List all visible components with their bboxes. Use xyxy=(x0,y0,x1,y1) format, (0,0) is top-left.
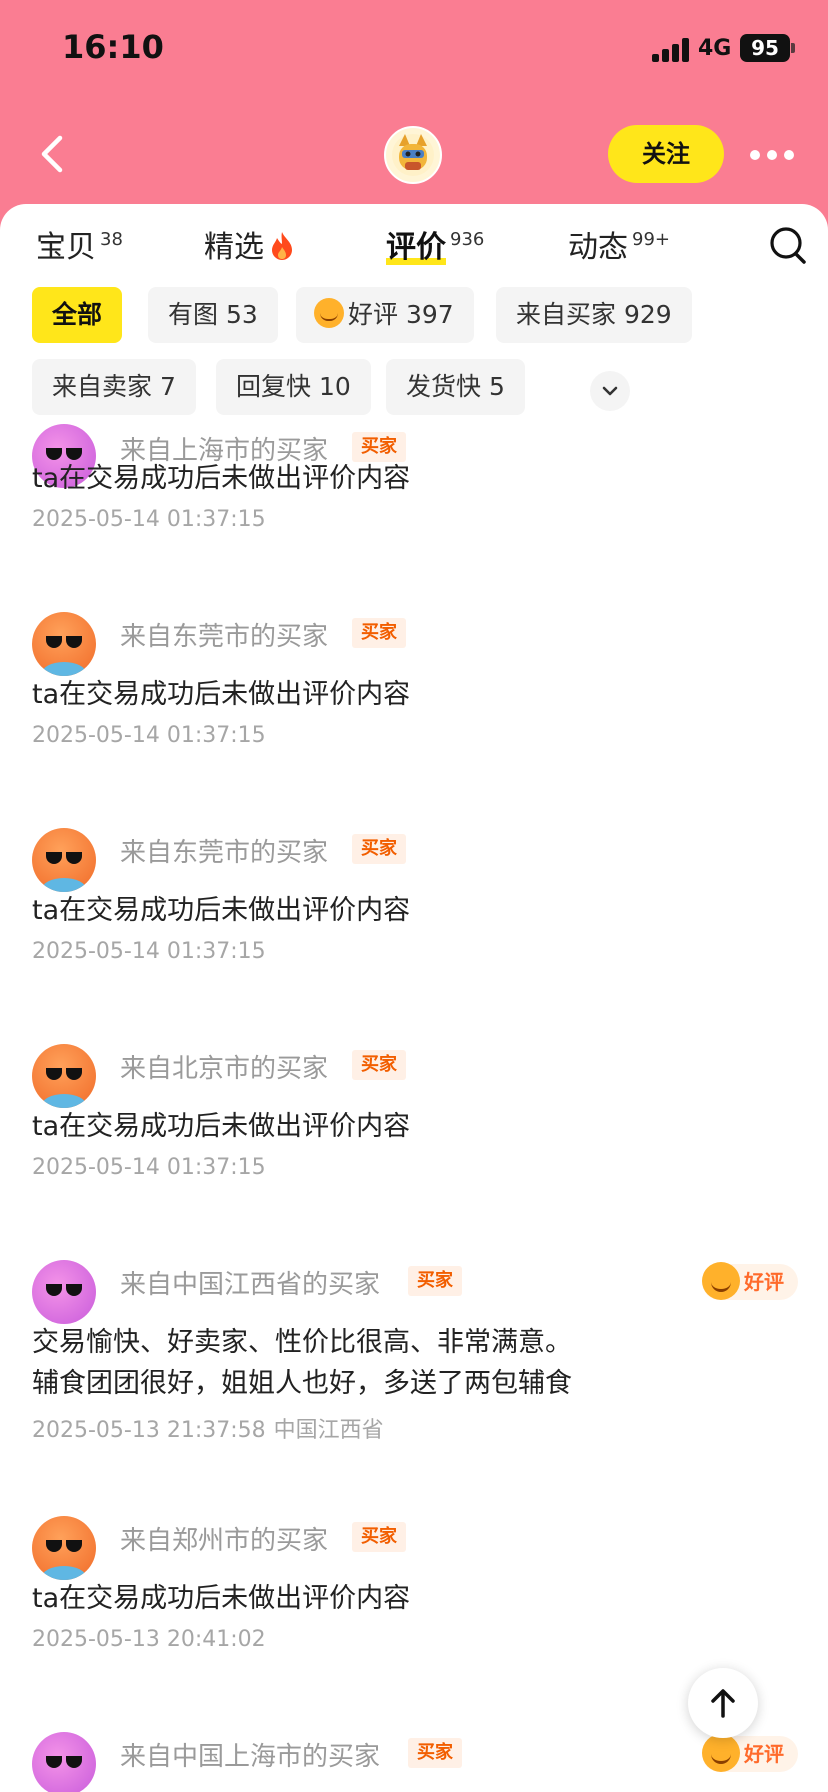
tab-label: 评价 xyxy=(386,230,446,265)
search-icon xyxy=(770,227,806,264)
back-arrow-icon xyxy=(41,135,63,173)
shop-avatar[interactable] xyxy=(384,126,442,184)
review-date-time: 2025-05-13 21:37:58 xyxy=(32,1418,266,1443)
buyer-tag: 买家 xyxy=(352,1050,406,1080)
review-date: 2025-05-13 20:41:02 xyxy=(32,1627,266,1652)
positive-badge: 好评 xyxy=(702,1734,798,1772)
shop-avatar-icon xyxy=(392,134,434,176)
review-text: 辅食团团很好，姐姐人也好，多送了两包辅食 xyxy=(32,1368,572,1399)
smile-face-icon xyxy=(314,298,344,328)
avatar xyxy=(32,612,96,676)
review-text: ta在交易成功后未做出评价内容 xyxy=(32,1583,411,1614)
filter-from-sellers[interactable]: 来自卖家 7 xyxy=(32,359,196,415)
network-label: 4G xyxy=(698,36,732,61)
tab-reviews[interactable]: 评价 936 xyxy=(386,222,484,272)
review-date: 2025-05-14 01:37:15 xyxy=(32,507,266,532)
smile-face-icon xyxy=(702,1734,740,1772)
search-button[interactable] xyxy=(768,224,808,268)
review-text: ta在交易成功后未做出评价内容 xyxy=(32,679,411,710)
sunglasses-icon xyxy=(46,852,82,864)
buyer-tag: 买家 xyxy=(352,834,406,864)
arrow-up-icon xyxy=(711,1689,735,1718)
tab-updates[interactable]: 动态 99+ xyxy=(568,222,670,272)
avatar xyxy=(32,1732,96,1792)
filter-fast-shipping[interactable]: 发货快 5 xyxy=(386,359,525,415)
reviewer-name: 来自中国江西省的买家 xyxy=(120,1270,381,1300)
avatar xyxy=(32,1516,96,1580)
filter-with-photos[interactable]: 有图 53 xyxy=(148,287,278,343)
follow-button[interactable]: 关注 xyxy=(608,125,724,183)
filter-positive[interactable]: 好评 397 xyxy=(296,287,474,343)
signal-icon xyxy=(652,38,692,62)
tab-count: 99+ xyxy=(632,229,670,250)
tab-featured[interactable]: 精选 xyxy=(204,222,295,272)
review-text: 交易愉快、好卖家、性价比很高、非常满意。 xyxy=(32,1327,572,1358)
reviewer-name: 来自北京市的买家 xyxy=(120,1054,329,1084)
more-icon xyxy=(767,150,777,160)
review-text: ta在交易成功后未做出评价内容 xyxy=(32,463,411,494)
filter-positive-label: 好评 397 xyxy=(348,300,454,329)
sunglasses-icon xyxy=(46,1756,82,1768)
sunglasses-icon xyxy=(46,636,82,648)
header-bar: 16:10 4G 95 关注 xyxy=(0,0,828,230)
review-text: ta在交易成功后未做出评价内容 xyxy=(32,895,411,926)
filter-from-buyers[interactable]: 来自买家 929 xyxy=(496,287,692,343)
reviewer-name: 来自郑州市的买家 xyxy=(120,1526,329,1556)
battery-tip xyxy=(791,43,795,53)
smile-face-icon xyxy=(702,1262,740,1300)
buyer-tag: 买家 xyxy=(352,618,406,648)
fire-icon xyxy=(272,232,293,260)
tab-count: 936 xyxy=(450,229,485,250)
sunglasses-icon xyxy=(46,1540,82,1552)
review-text: ta在交易成功后未做出评价内容 xyxy=(32,1111,411,1142)
positive-badge-label: 好评 xyxy=(744,1270,784,1294)
chevron-down-icon xyxy=(602,386,618,396)
buyer-tag: 买家 xyxy=(408,1738,462,1768)
filter-quick-reply[interactable]: 回复快 10 xyxy=(216,359,371,415)
tab-label: 精选 xyxy=(204,230,264,265)
review-location: 中国江西省 xyxy=(273,1418,384,1443)
buyer-tag: 买家 xyxy=(408,1266,462,1296)
sunglasses-icon xyxy=(46,1284,82,1296)
avatar xyxy=(32,1044,96,1108)
positive-badge-label: 好评 xyxy=(744,1742,784,1766)
expand-filters-button[interactable] xyxy=(590,371,630,411)
tab-count: 38 xyxy=(100,229,123,250)
reviewer-name: 来自东莞市的买家 xyxy=(120,622,329,652)
back-to-top-button[interactable] xyxy=(688,1668,758,1738)
tab-label: 动态 xyxy=(568,230,628,265)
sunglasses-icon xyxy=(46,1068,82,1080)
review-date: 2025-05-14 01:37:15 xyxy=(32,1155,266,1180)
avatar xyxy=(32,828,96,892)
tab-products[interactable]: 宝贝 38 xyxy=(36,222,123,272)
review-date: 2025-05-13 21:37:58 中国江西省 xyxy=(32,1412,384,1444)
reviewer-name: 来自东莞市的买家 xyxy=(120,838,329,868)
status-time: 16:10 xyxy=(62,28,164,66)
positive-badge: 好评 xyxy=(702,1262,798,1300)
reviewer-name: 来自中国上海市的买家 xyxy=(120,1742,381,1772)
more-button[interactable] xyxy=(750,140,794,170)
review-date: 2025-05-14 01:37:15 xyxy=(32,723,266,748)
more-icon xyxy=(750,150,760,160)
avatar xyxy=(32,1260,96,1324)
review-date: 2025-05-14 01:37:15 xyxy=(32,939,266,964)
battery-icon: 95 xyxy=(740,34,790,62)
tab-label: 宝贝 xyxy=(36,230,96,265)
buyer-tag: 买家 xyxy=(352,1522,406,1552)
back-button[interactable] xyxy=(36,130,72,178)
filter-all[interactable]: 全部 xyxy=(32,287,123,343)
main-panel: 宝贝 38 精选 评价 936 动态 99+ 全部 有图 53 好评 397 来自买家… xyxy=(0,204,828,1792)
more-icon xyxy=(784,150,794,160)
